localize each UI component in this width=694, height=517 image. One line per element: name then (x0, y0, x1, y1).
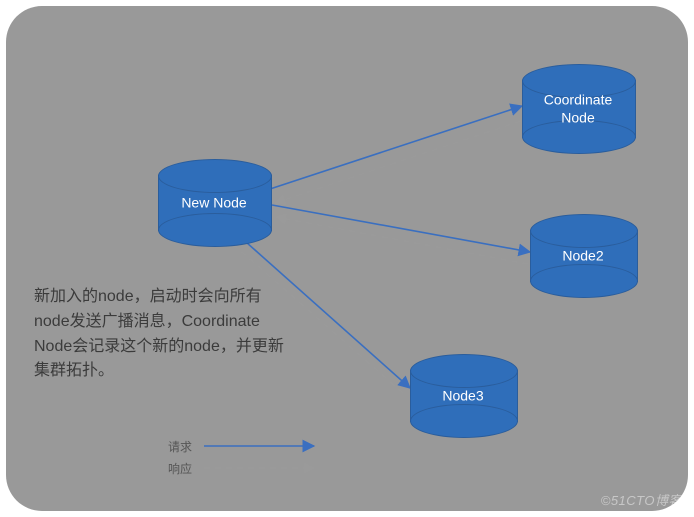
legend-label-response: 响应 (158, 460, 192, 477)
node-label: New Node (158, 194, 270, 212)
legend-row-response: 响应 (158, 457, 322, 479)
node-label: Node2 (530, 247, 636, 265)
legend-row-request: 请求 (158, 435, 322, 457)
watermark: ©51CTO博客 (601, 490, 682, 509)
node-label: CoordinateNode (522, 92, 634, 127)
node-3: Node3 (410, 370, 516, 422)
description-text: 新加入的node，启动时会向所有node发送广播消息，Coordinate No… (34, 285, 289, 384)
node-coordinate: CoordinateNode (522, 80, 634, 138)
node-2: Node2 (530, 230, 636, 282)
legend: 请求 响应 (158, 435, 322, 479)
node-label: Node3 (410, 387, 516, 405)
legend-line-response (202, 461, 322, 475)
diagram-stage: CoordinateNode New Node Node2 Node3 新加入的… (0, 0, 694, 517)
legend-line-request (202, 439, 322, 453)
legend-label-request: 请求 (158, 438, 192, 455)
node-new: New Node (158, 175, 270, 231)
